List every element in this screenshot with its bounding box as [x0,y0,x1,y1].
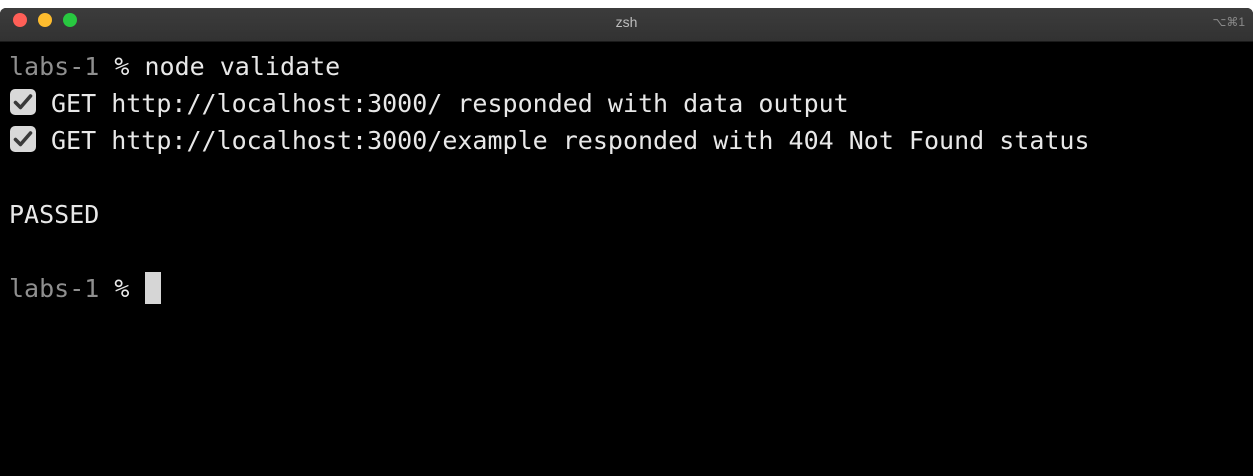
check-icon [10,126,36,152]
terminal-output[interactable]: labs-1 % node validate GET http://localh… [9,48,1245,307]
prompt-symbol: % [114,274,130,303]
result-line: GET http://localhost:3000/ responded wit… [9,85,1245,122]
tab-shortcut: ⌥⌘1 [1212,15,1245,29]
status-line: PASSED [9,200,100,229]
terminal-window: zsh ⌥⌘1 labs-1 % node validate GET http:… [0,8,1253,476]
text-cursor [144,272,161,304]
prompt-host: labs-1 [9,274,100,303]
prompt-symbol: % [114,52,130,81]
window-title: zsh [615,14,638,30]
title-bar[interactable]: zsh ⌥⌘1 [0,8,1253,42]
result-text: GET http://localhost:3000/example respon… [51,126,1090,155]
active-prompt-line[interactable]: labs-1 % [9,270,1245,307]
command-line: labs-1 % node validate [9,48,1245,85]
check-icon [10,89,36,115]
result-line: GET http://localhost:3000/example respon… [9,122,1245,159]
result-text: GET http://localhost:3000/ responded wit… [51,89,849,118]
command-text: node validate [144,52,341,81]
prompt-host: labs-1 [9,52,100,81]
